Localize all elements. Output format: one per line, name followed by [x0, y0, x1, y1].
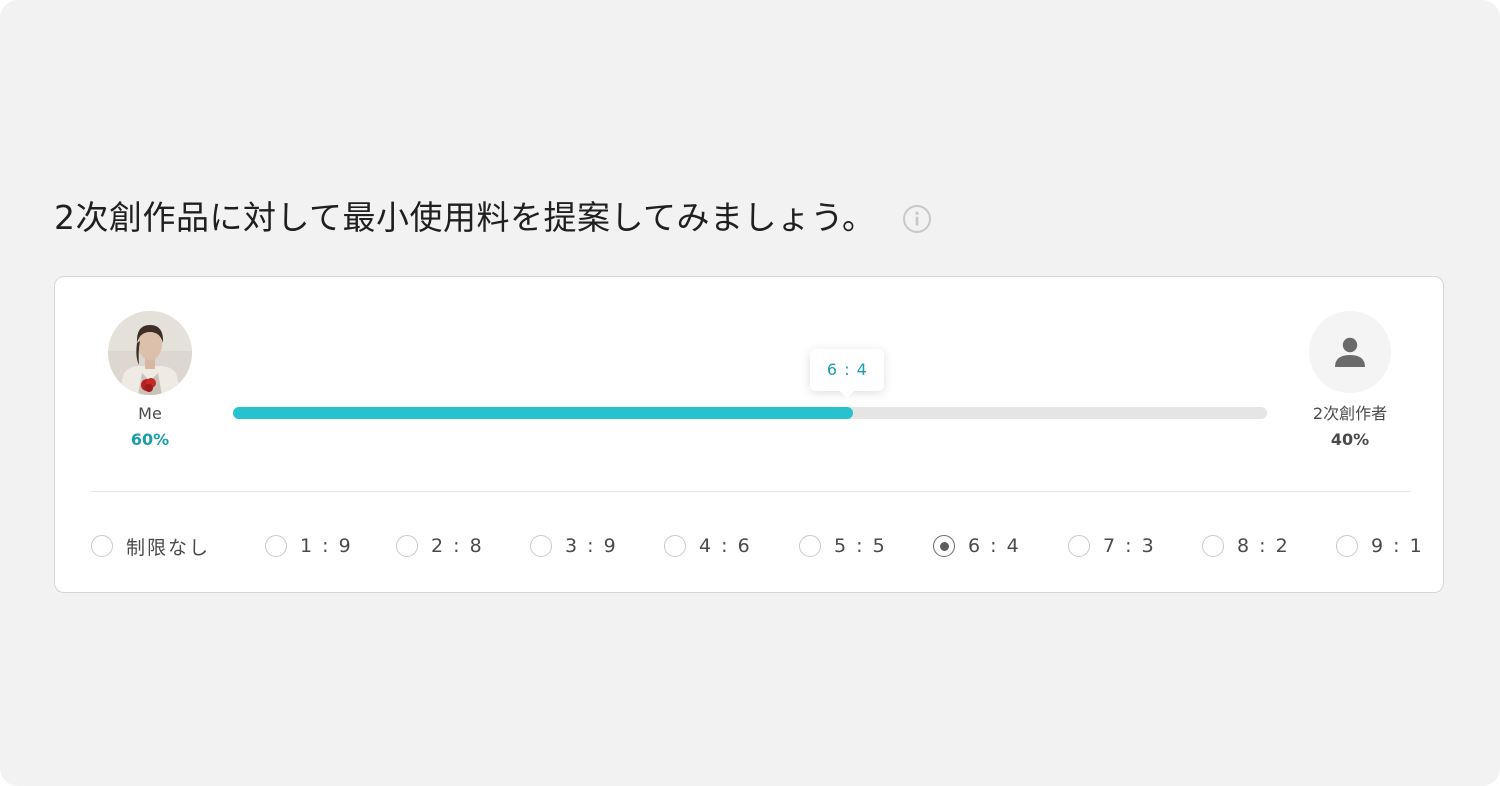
person-icon — [1309, 311, 1391, 393]
ratio-option[interactable]: 3 : 9 — [530, 532, 618, 560]
ratio-option[interactable]: 制限なし — [91, 532, 210, 560]
divider — [91, 491, 1411, 492]
my-name: Me — [138, 404, 162, 423]
creator-name: 2次創作者 — [1312, 404, 1388, 423]
ratio-option[interactable]: 1 : 9 — [265, 532, 353, 560]
radio-unchecked[interactable] — [265, 535, 287, 557]
radio-unchecked[interactable] — [1336, 535, 1358, 557]
ratio-option[interactable]: 2 : 8 — [396, 532, 484, 560]
ratio-option[interactable]: 9 : 1 — [1336, 532, 1424, 560]
ratio-option-label: 7 : 3 — [1103, 535, 1156, 557]
radio-unchecked[interactable] — [1202, 535, 1224, 557]
revenue-share-card: Me 60% 6 : 4 2次創作者 40% 制限なし 1 : 9 2 : 8 3 :… — [54, 276, 1444, 593]
creator-share: 2次創作者 40% — [1295, 311, 1405, 451]
radio-unchecked[interactable] — [1068, 535, 1090, 557]
radio-checked[interactable] — [933, 535, 955, 557]
radio-unchecked[interactable] — [396, 535, 418, 557]
ratio-options: 制限なし 1 : 9 2 : 8 3 : 9 4 : 6 5 : 5 6 : 4 7 : 3 8… — [91, 532, 1422, 560]
ratio-option-label: 1 : 9 — [300, 535, 353, 557]
ratio-option[interactable]: 8 : 2 — [1202, 532, 1290, 560]
ratio-option[interactable]: 7 : 3 — [1068, 532, 1156, 560]
my-share: Me 60% — [95, 311, 205, 451]
ratio-option-label: 5 : 5 — [834, 535, 887, 557]
ratio-option-label: 3 : 9 — [565, 535, 618, 557]
ratio-option[interactable]: 4 : 6 — [664, 532, 752, 560]
page-background: 2次創作品に対して最小使用料を提案してみましょう。 Me 60% 6: 4 2… — [0, 0, 1500, 786]
avatar — [108, 311, 192, 395]
radio-unchecked[interactable] — [799, 535, 821, 557]
my-percent: 60% — [130, 430, 170, 449]
ratio-option[interactable]: 5 : 5 — [799, 532, 887, 560]
ratio-option-label: 4 : 6 — [699, 535, 752, 557]
section-heading: 2次創作品に対して最小使用料を提案してみましょう。 — [54, 196, 932, 240]
ratio-slider[interactable]: 6 : 4 — [233, 349, 1267, 421]
creator-percent: 40% — [1330, 430, 1370, 449]
ratio-option-label: 9 : 1 — [1371, 535, 1424, 557]
ratio-option-label: 8 : 2 — [1237, 535, 1290, 557]
ratio-option-label: 制限なし — [126, 536, 211, 559]
slider-fill — [233, 407, 854, 419]
radio-unchecked[interactable] — [664, 535, 686, 557]
info-icon[interactable] — [902, 204, 932, 234]
page-title: 2次創作品に対して最小使用料を提案してみましょう。 — [54, 198, 876, 237]
ratio-option-label: 6 : 4 — [968, 535, 1021, 557]
ratio-option-label: 2 : 8 — [431, 535, 484, 557]
radio-unchecked[interactable] — [530, 535, 552, 557]
ratio-option[interactable]: 6 : 4 — [933, 532, 1021, 560]
ratio-tooltip: 6 : 4 — [810, 349, 885, 398]
radio-unchecked[interactable] — [91, 535, 113, 557]
